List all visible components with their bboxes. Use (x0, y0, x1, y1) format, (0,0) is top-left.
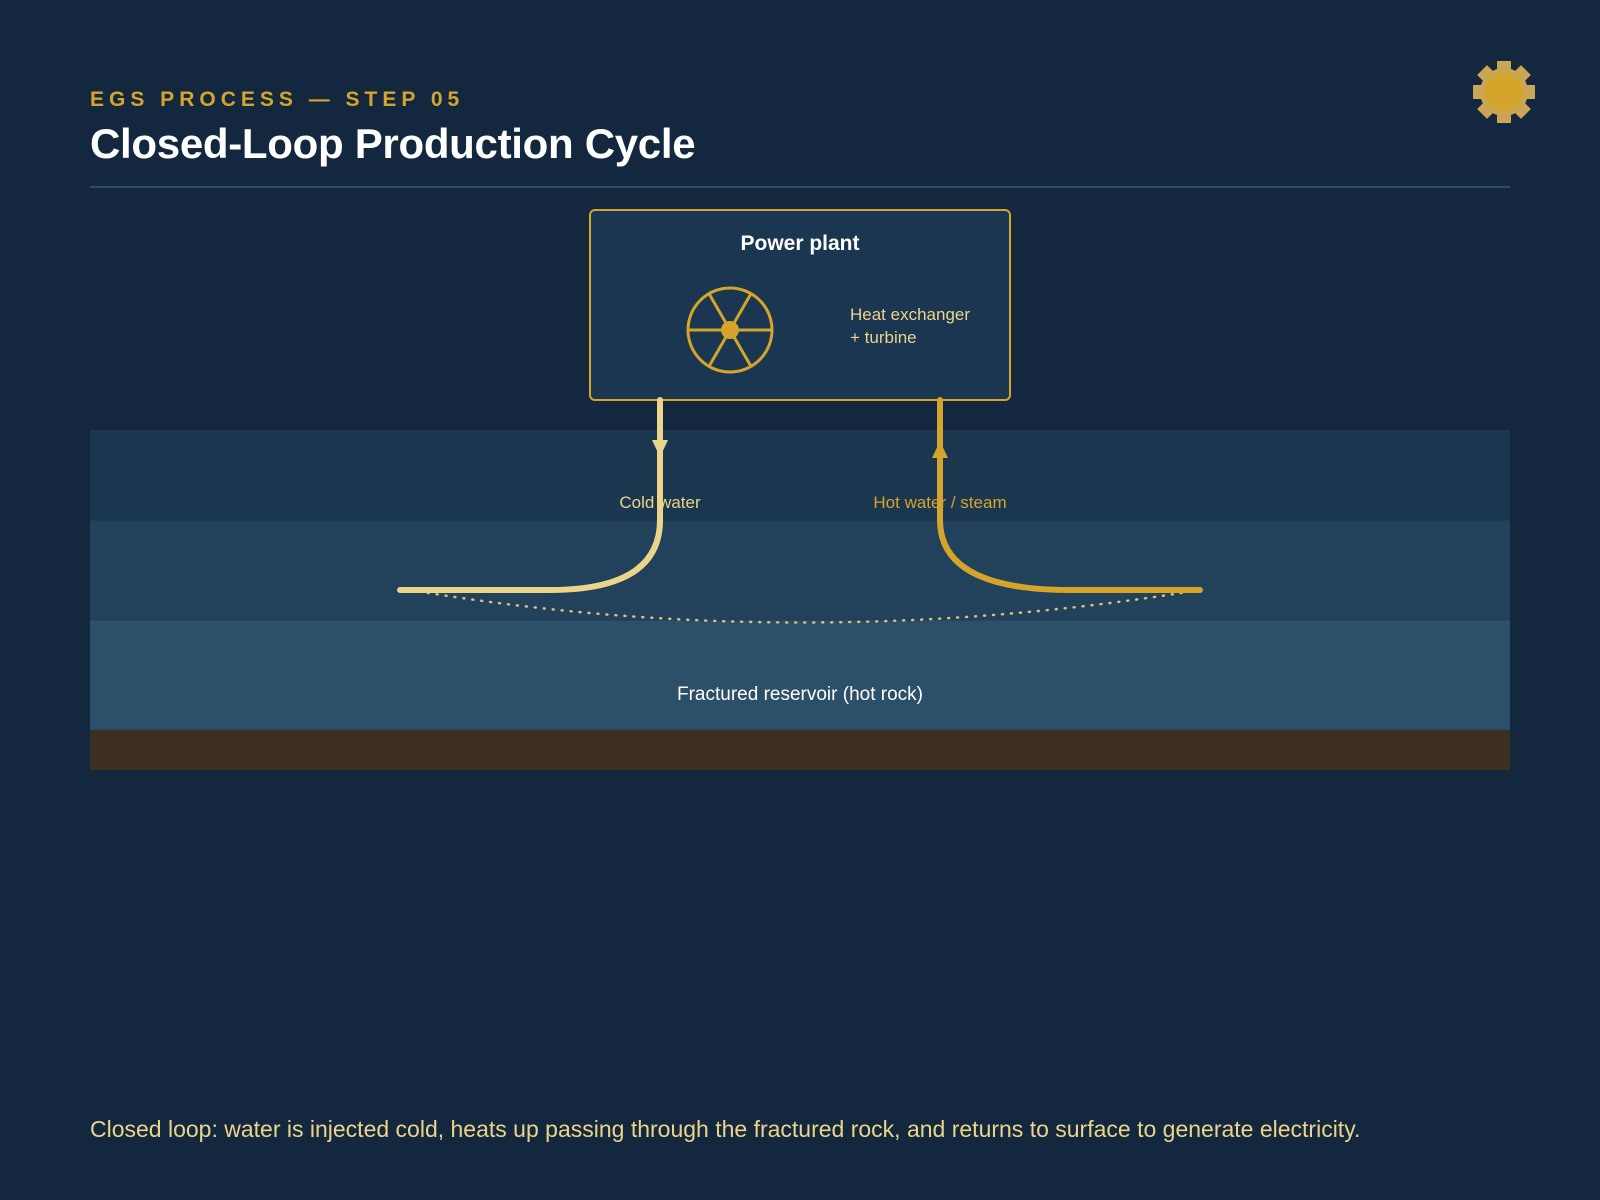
turbine-label: + turbine (850, 328, 917, 347)
bedrock-layer (90, 730, 1510, 770)
heat-exchanger-label: Heat exchanger (850, 305, 970, 324)
reservoir-label: Fractured reservoir (hot rock) (677, 684, 923, 705)
egs-diagram: Power plant Heat exchanger + turbine Col… (90, 209, 1510, 770)
hot-water-label: Hot water / steam (873, 493, 1006, 512)
power-plant-title: Power plant (740, 232, 859, 255)
ground-layer-middle (90, 520, 1510, 620)
caption: Closed loop: water is injected cold, hea… (90, 1116, 1361, 1142)
cold-water-label: Cold water (619, 493, 701, 512)
reservoir-layer (90, 620, 1510, 730)
ground-layer-upper (90, 430, 1510, 520)
